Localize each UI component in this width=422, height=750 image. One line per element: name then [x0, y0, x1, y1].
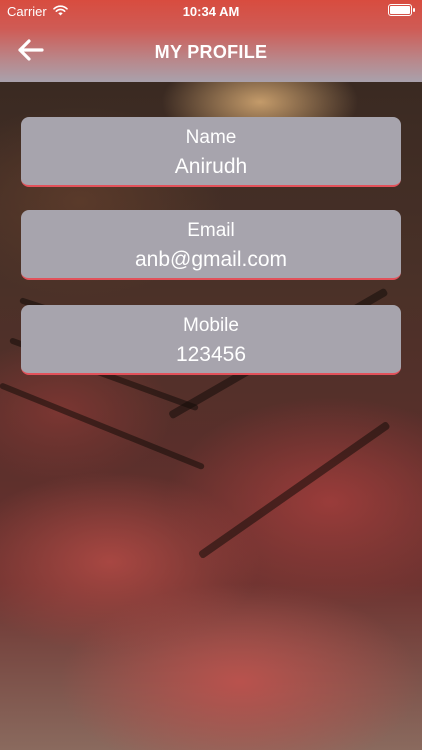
- battery-icon: [388, 4, 415, 16]
- status-time: 10:34 AM: [182, 4, 240, 19]
- name-value: Anirudh: [174, 155, 248, 178]
- email-value: anb@gmail.com: [134, 248, 288, 271]
- mobile-card: Mobile 123456: [21, 305, 401, 375]
- slice-edge: [197, 420, 391, 560]
- name-card: Name Anirudh: [21, 117, 401, 187]
- email-card: Email anb@gmail.com: [21, 210, 401, 280]
- status-bar: Carrier 10:34 AM: [0, 0, 422, 22]
- page-title: MY PROFILE: [154, 42, 268, 62]
- header: Carrier 10:34 AM MY PROFILE: [0, 0, 422, 82]
- name-label: Name: [185, 127, 237, 148]
- grill-mark: [0, 382, 206, 471]
- mobile-value: 123456: [175, 343, 247, 366]
- mobile-label: Mobile: [183, 315, 239, 336]
- email-label: Email: [187, 220, 235, 241]
- nav-bar: MY PROFILE: [0, 22, 422, 82]
